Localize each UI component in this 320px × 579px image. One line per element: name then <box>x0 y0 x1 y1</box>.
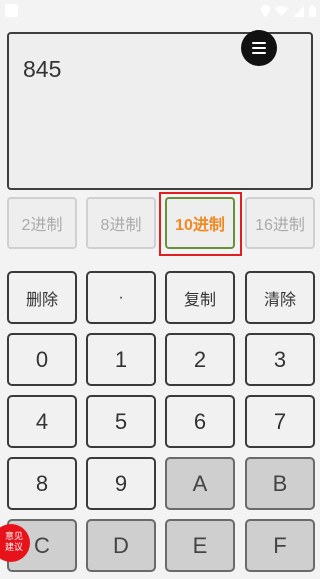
menu-icon <box>252 42 266 44</box>
key-4[interactable]: 4 <box>7 395 77 448</box>
tab-hexadecimal[interactable]: 16进制 <box>245 197 315 249</box>
copy-button[interactable]: 复制 <box>165 271 235 324</box>
key-d[interactable]: D <box>86 519 156 572</box>
location-icon <box>261 5 270 17</box>
wifi-icon <box>275 6 288 16</box>
menu-icon-bar <box>252 52 266 54</box>
status-icons <box>261 2 316 20</box>
menu-icon-bar <box>252 47 266 49</box>
tab-octal[interactable]: 8进制 <box>86 197 156 249</box>
menu-button[interactable] <box>241 30 277 66</box>
key-f[interactable]: F <box>245 519 315 572</box>
key-3[interactable]: 3 <box>245 333 315 386</box>
feedback-label-line1: 意见 <box>4 532 23 542</box>
delete-button[interactable]: 删除 <box>7 271 77 324</box>
key-a[interactable]: A <box>165 457 235 510</box>
display-value: 845 <box>23 56 62 82</box>
key-1[interactable]: 1 <box>86 333 156 386</box>
signal-icon <box>293 5 304 17</box>
key-9[interactable]: 9 <box>86 457 156 510</box>
key-0[interactable]: 0 <box>7 333 77 386</box>
key-2[interactable]: 2 <box>165 333 235 386</box>
tab-decimal[interactable]: 10进制 <box>165 197 235 249</box>
notification-icon <box>5 4 18 17</box>
key-8[interactable]: 8 <box>7 457 77 510</box>
key-e[interactable]: E <box>165 519 235 572</box>
key-5[interactable]: 5 <box>86 395 156 448</box>
battery-icon <box>309 5 316 17</box>
status-bar <box>0 0 320 22</box>
feedback-label-line2: 建议 <box>4 543 23 553</box>
tab-binary[interactable]: 2进制 <box>7 197 77 249</box>
key-6[interactable]: 6 <box>165 395 235 448</box>
key-7[interactable]: 7 <box>245 395 315 448</box>
dot-button[interactable]: · <box>86 271 156 324</box>
key-b[interactable]: B <box>245 457 315 510</box>
clear-button[interactable]: 清除 <box>245 271 315 324</box>
